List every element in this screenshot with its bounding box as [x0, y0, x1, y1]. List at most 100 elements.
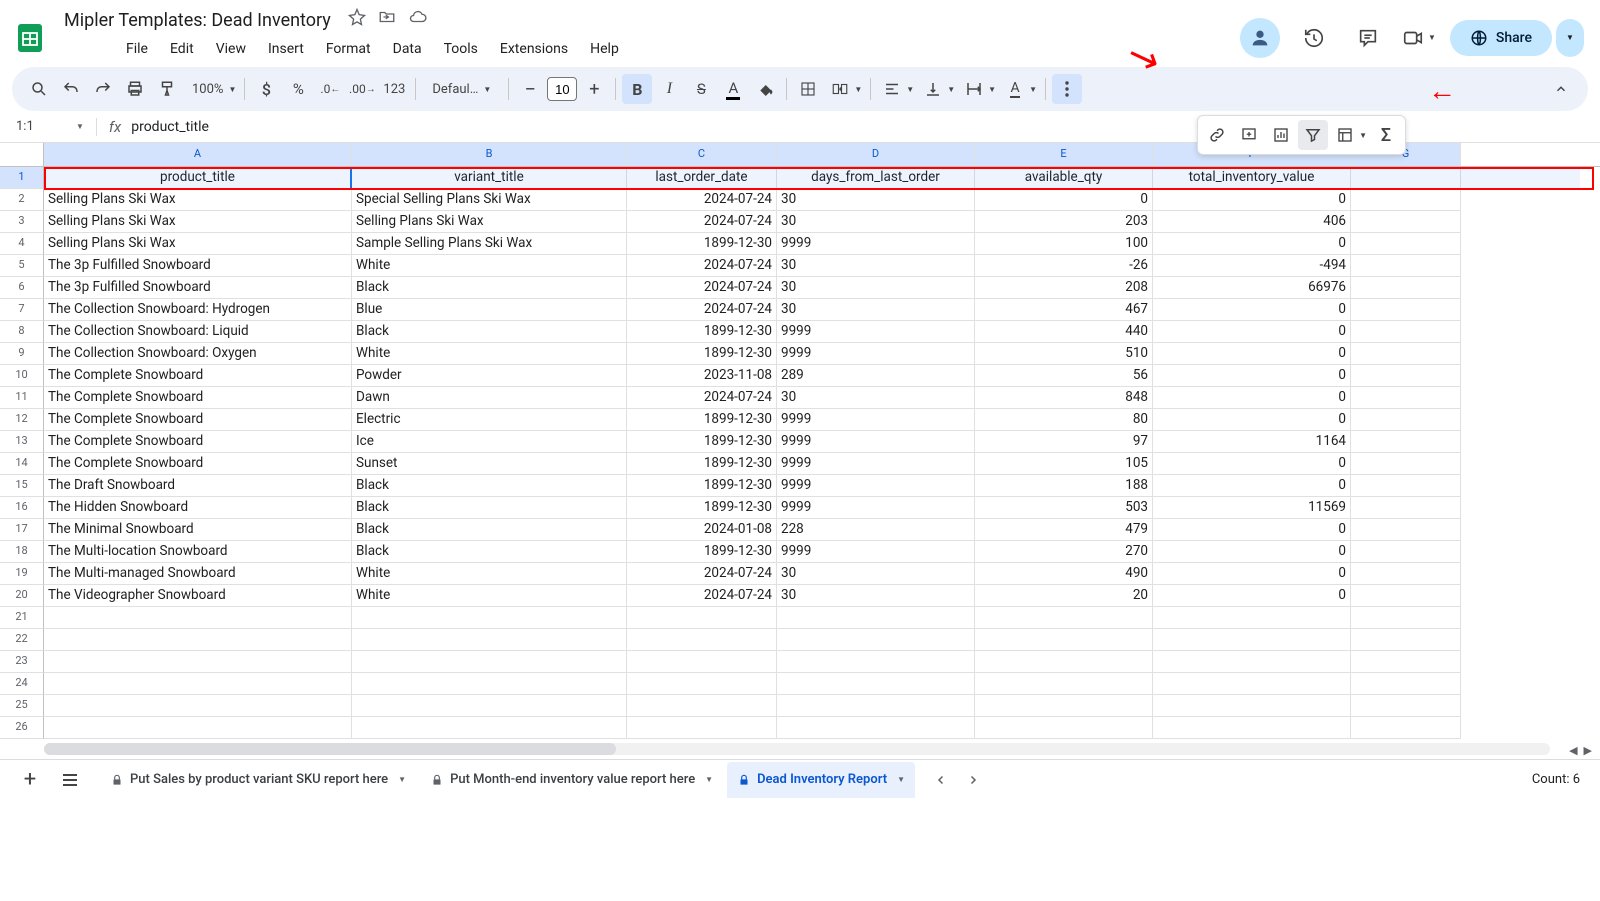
functions-icon[interactable]: Σ [1371, 120, 1401, 150]
cell[interactable]: Powder [352, 365, 627, 387]
cell[interactable]: 2024-01-08 [627, 519, 777, 541]
text-color-icon[interactable]: A [718, 74, 748, 104]
cell[interactable]: 203 [975, 211, 1153, 233]
cell[interactable]: 1899-12-30 [627, 453, 777, 475]
cell[interactable]: 0 [1153, 299, 1351, 321]
cell[interactable]: Selling Plans Ski Wax [44, 233, 352, 255]
cell[interactable] [975, 607, 1153, 629]
cell[interactable] [1153, 607, 1351, 629]
cell[interactable] [1153, 717, 1351, 739]
col-header-C[interactable]: C [627, 143, 777, 166]
cell[interactable] [1351, 607, 1461, 629]
tab-dropdown-icon[interactable]: ▼ [897, 775, 905, 784]
menu-help[interactable]: Help [580, 37, 629, 61]
cell[interactable]: 228 [777, 519, 975, 541]
cell[interactable]: 100 [975, 233, 1153, 255]
cell[interactable] [1351, 211, 1461, 233]
cell[interactable]: White [352, 585, 627, 607]
row-header[interactable]: 25 [0, 695, 44, 717]
cell[interactable]: 80 [975, 409, 1153, 431]
cell[interactable] [1351, 299, 1461, 321]
cell[interactable]: product_title [44, 167, 352, 189]
cell[interactable]: 1899-12-30 [627, 409, 777, 431]
cell[interactable]: 2024-07-24 [627, 189, 777, 211]
cell[interactable]: 1899-12-30 [627, 431, 777, 453]
cell[interactable] [1351, 453, 1461, 475]
cell[interactable]: 56 [975, 365, 1153, 387]
cell[interactable] [352, 607, 627, 629]
move-icon[interactable] [378, 8, 396, 26]
cell[interactable]: The Complete Snowboard [44, 387, 352, 409]
cell[interactable]: Black [352, 541, 627, 563]
increase-fontsize-icon[interactable]: + [579, 74, 609, 104]
cell[interactable]: 0 [1153, 563, 1351, 585]
scroll-right-icon[interactable]: ▶ [1584, 744, 1592, 757]
cell[interactable]: 1899-12-30 [627, 343, 777, 365]
cell[interactable] [975, 651, 1153, 673]
cell[interactable] [975, 717, 1153, 739]
row-header[interactable]: 4 [0, 233, 44, 255]
cell[interactable]: The Complete Snowboard [44, 431, 352, 453]
cell[interactable]: 0 [1153, 387, 1351, 409]
horizontal-scrollbar[interactable] [44, 743, 1550, 755]
cell[interactable]: 0 [1153, 585, 1351, 607]
cloud-icon[interactable] [408, 8, 428, 26]
cell[interactable]: -26 [975, 255, 1153, 277]
cell[interactable]: White [352, 343, 627, 365]
cell[interactable]: The Collection Snowboard: Liquid [44, 321, 352, 343]
tab-dropdown-icon[interactable]: ▼ [705, 775, 713, 784]
cell[interactable] [627, 695, 777, 717]
cell[interactable] [1351, 695, 1461, 717]
meet-icon[interactable]: ▼ [1402, 18, 1436, 58]
next-sheet-icon[interactable] [967, 774, 979, 786]
col-header-D[interactable]: D [777, 143, 975, 166]
share-dropdown[interactable]: ▼ [1556, 19, 1584, 57]
cell[interactable] [1351, 541, 1461, 563]
more-formats-icon[interactable]: 123 [379, 74, 409, 104]
prev-sheet-icon[interactable] [935, 774, 947, 786]
cell[interactable]: Black [352, 321, 627, 343]
borders-icon[interactable] [793, 74, 823, 104]
anonymous-user-icon[interactable] [1240, 18, 1280, 58]
cell[interactable]: The Collection Snowboard: Hydrogen [44, 299, 352, 321]
add-sheet-icon[interactable]: + [12, 765, 48, 795]
row-header[interactable]: 20 [0, 585, 44, 607]
cell[interactable] [777, 673, 975, 695]
cell[interactable] [1351, 387, 1461, 409]
all-sheets-icon[interactable] [52, 765, 88, 795]
cell[interactable]: 9999 [777, 343, 975, 365]
print-icon[interactable] [120, 74, 150, 104]
row-header[interactable]: 23 [0, 651, 44, 673]
cell[interactable]: 1899-12-30 [627, 321, 777, 343]
cell[interactable]: 1899-12-30 [627, 541, 777, 563]
cell[interactable]: The Complete Snowboard [44, 453, 352, 475]
cell[interactable] [975, 673, 1153, 695]
cell[interactable]: Selling Plans Ski Wax [352, 211, 627, 233]
currency-icon[interactable]: $ [251, 74, 281, 104]
cell[interactable]: 406 [1153, 211, 1351, 233]
cell[interactable]: 2024-07-24 [627, 585, 777, 607]
row-header[interactable]: 6 [0, 277, 44, 299]
cell[interactable]: White [352, 255, 627, 277]
cell[interactable] [44, 629, 352, 651]
cell[interactable]: Black [352, 277, 627, 299]
collapse-toolbar-icon[interactable] [1546, 74, 1576, 104]
cell[interactable]: 30 [777, 189, 975, 211]
star-icon[interactable] [348, 8, 366, 26]
cell[interactable]: 848 [975, 387, 1153, 409]
cell[interactable]: 2024-07-24 [627, 211, 777, 233]
scroll-left-icon[interactable]: ◀ [1569, 744, 1577, 757]
cell[interactable]: Selling Plans Ski Wax [44, 211, 352, 233]
row-header[interactable]: 21 [0, 607, 44, 629]
cell[interactable]: 479 [975, 519, 1153, 541]
cell[interactable]: 510 [975, 343, 1153, 365]
cell[interactable] [44, 717, 352, 739]
cell[interactable] [352, 717, 627, 739]
decrease-decimal-icon[interactable]: .0← [315, 74, 345, 104]
cell[interactable] [352, 695, 627, 717]
menu-edit[interactable]: Edit [160, 37, 204, 61]
cell[interactable] [627, 607, 777, 629]
menu-tools[interactable]: Tools [434, 37, 488, 61]
cell[interactable]: Black [352, 497, 627, 519]
col-header-B[interactable]: B [352, 143, 627, 166]
